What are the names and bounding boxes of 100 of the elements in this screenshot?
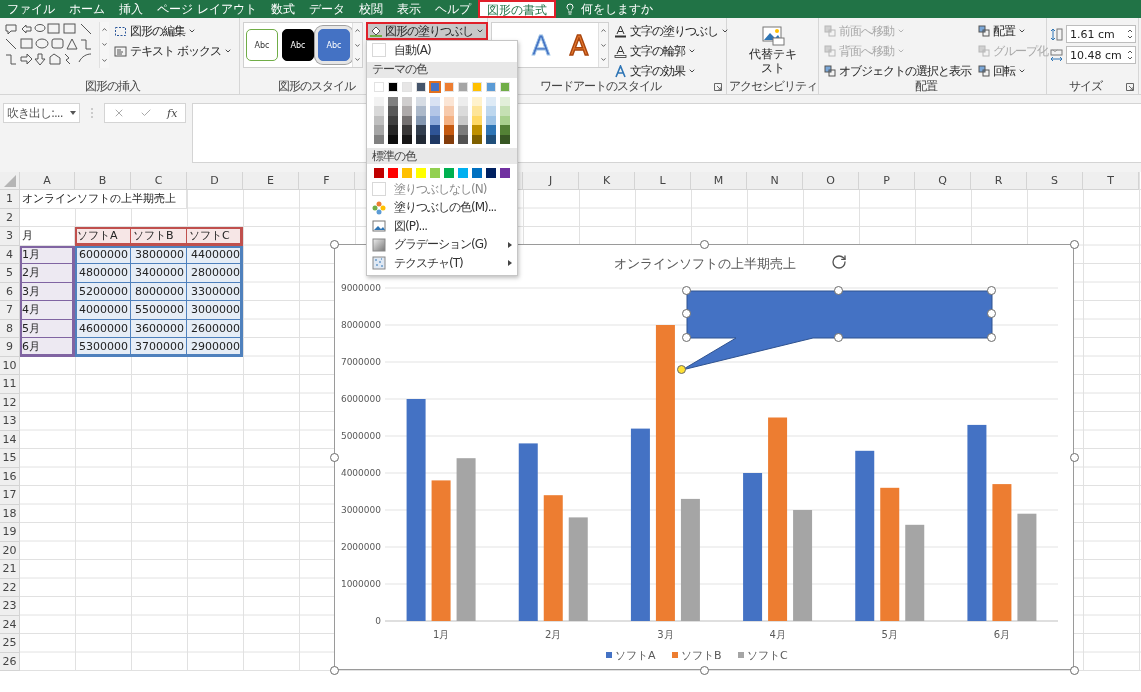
- resize-handle[interactable]: [1069, 239, 1079, 249]
- bar[interactable]: [543, 495, 563, 621]
- table-cell[interactable]: 4月: [20, 301, 75, 320]
- bar[interactable]: [855, 450, 875, 621]
- table-cell[interactable]: 5300000: [75, 338, 131, 357]
- resize-handle[interactable]: [329, 239, 339, 249]
- bar[interactable]: [406, 399, 426, 621]
- color-swatch[interactable]: [458, 134, 468, 144]
- color-swatch[interactable]: [388, 106, 398, 116]
- color-swatch[interactable]: [472, 115, 482, 125]
- color-swatch[interactable]: [458, 106, 468, 116]
- table-cell[interactable]: 月: [20, 227, 75, 246]
- size-field[interactable]: 1.61 cm: [1066, 25, 1136, 43]
- bar[interactable]: [568, 517, 588, 621]
- color-swatch[interactable]: [430, 134, 440, 144]
- color-swatch[interactable]: [388, 168, 398, 178]
- color-swatch[interactable]: [472, 134, 482, 144]
- row-header[interactable]: 13: [0, 412, 20, 431]
- table-cell[interactable]: オンラインソフトの上半期売上: [20, 190, 187, 209]
- color-swatch[interactable]: [486, 106, 496, 116]
- bar[interactable]: [1017, 513, 1037, 621]
- color-swatch[interactable]: [402, 115, 412, 125]
- ribbon-command[interactable]: 回転: [976, 62, 1061, 80]
- column-header[interactable]: C: [131, 172, 187, 190]
- check-icon[interactable]: [139, 107, 152, 119]
- color-swatch[interactable]: [430, 106, 440, 116]
- row-header[interactable]: 5: [0, 264, 20, 283]
- menu-item[interactable]: 図(P)...: [367, 217, 517, 236]
- color-swatch[interactable]: [444, 134, 454, 144]
- resize-handle[interactable]: [986, 332, 996, 342]
- table-cell[interactable]: 6月: [20, 338, 75, 357]
- shape-style-preset[interactable]: Abc: [282, 29, 314, 61]
- color-swatch[interactable]: [472, 96, 482, 106]
- resize-handle[interactable]: [681, 309, 691, 318]
- column-header[interactable]: P: [859, 172, 915, 190]
- row-header[interactable]: 17: [0, 486, 20, 505]
- ribbon-tab[interactable]: 図形の書式: [477, 0, 556, 18]
- wordart-style-preset[interactable]: A: [560, 23, 598, 67]
- table-cell[interactable]: 2900000: [187, 338, 243, 357]
- table-cell[interactable]: ソフトB: [131, 227, 187, 246]
- row-header[interactable]: 11: [0, 375, 20, 394]
- color-swatch[interactable]: [458, 115, 468, 125]
- resize-handle[interactable]: [699, 239, 709, 249]
- color-swatch[interactable]: [486, 96, 496, 106]
- row-header[interactable]: 19: [0, 523, 20, 542]
- menu-item[interactable]: 自動(A): [367, 41, 517, 60]
- table-cell[interactable]: 3400000: [131, 264, 187, 283]
- ribbon-tab[interactable]: 挿入: [112, 0, 150, 18]
- column-header[interactable]: N: [747, 172, 803, 190]
- alt-text-button[interactable]: 代替テキスト: [746, 22, 799, 78]
- bar[interactable]: [992, 484, 1012, 621]
- color-swatch[interactable]: [416, 106, 426, 116]
- resize-handle[interactable]: [986, 309, 996, 318]
- table-cell[interactable]: 3000000: [187, 301, 243, 320]
- color-swatch[interactable]: [472, 106, 482, 116]
- size-field[interactable]: 10.48 cm: [1066, 46, 1136, 64]
- spinner-arrows-icon[interactable]: [1126, 27, 1134, 41]
- color-swatch[interactable]: [444, 106, 454, 116]
- color-swatch[interactable]: [458, 168, 468, 178]
- adjust-handle[interactable]: [676, 364, 686, 374]
- insert-function-button[interactable]: fx: [167, 106, 178, 120]
- resize-handle[interactable]: [681, 285, 691, 295]
- color-swatch[interactable]: [486, 134, 496, 144]
- ribbon-tab[interactable]: 数式: [263, 0, 302, 18]
- color-swatch[interactable]: [458, 96, 468, 106]
- column-header[interactable]: A: [20, 172, 75, 190]
- row-header[interactable]: 9: [0, 338, 20, 357]
- bar[interactable]: [630, 428, 650, 621]
- ribbon-command[interactable]: 配置: [976, 22, 1061, 40]
- color-swatch[interactable]: [402, 125, 412, 135]
- ribbon-command[interactable]: テキスト ボックス: [112, 42, 234, 60]
- column-header[interactable]: R: [971, 172, 1027, 190]
- table-cell[interactable]: ソフトA: [75, 227, 131, 246]
- ribbon-tab[interactable]: 校閲: [351, 0, 390, 18]
- ribbon-command[interactable]: オブジェクトの選択と表示: [822, 62, 973, 80]
- resize-handle[interactable]: [681, 332, 691, 342]
- color-swatch[interactable]: [500, 168, 510, 178]
- color-swatch[interactable]: [388, 134, 398, 144]
- bar[interactable]: [967, 424, 987, 621]
- color-swatch[interactable]: [374, 134, 384, 144]
- table-cell[interactable]: ソフトC: [187, 227, 243, 246]
- color-swatch[interactable]: [430, 96, 440, 106]
- color-swatch[interactable]: [374, 115, 384, 125]
- color-swatch[interactable]: [402, 96, 412, 106]
- ribbon-tab[interactable]: 表示: [389, 0, 428, 18]
- resize-handle[interactable]: [1069, 452, 1079, 462]
- column-header[interactable]: D: [187, 172, 243, 190]
- column-header[interactable]: E: [243, 172, 299, 190]
- name-box[interactable]: 吹き出し:...: [3, 103, 80, 123]
- color-swatch[interactable]: [416, 96, 426, 106]
- color-swatch[interactable]: [444, 115, 454, 125]
- menu-item[interactable]: 塗りつぶしの色(M)...: [367, 198, 517, 217]
- color-swatch[interactable]: [458, 125, 468, 135]
- ribbon-command[interactable]: 図形の編集: [112, 22, 234, 40]
- row-header[interactable]: 15: [0, 449, 20, 468]
- column-header[interactable]: O: [803, 172, 859, 190]
- column-header[interactable]: Q: [915, 172, 971, 190]
- column-header[interactable]: L: [635, 172, 691, 190]
- shape-fill-button[interactable]: 図形の塗りつぶし: [366, 22, 488, 40]
- row-header[interactable]: 23: [0, 597, 20, 616]
